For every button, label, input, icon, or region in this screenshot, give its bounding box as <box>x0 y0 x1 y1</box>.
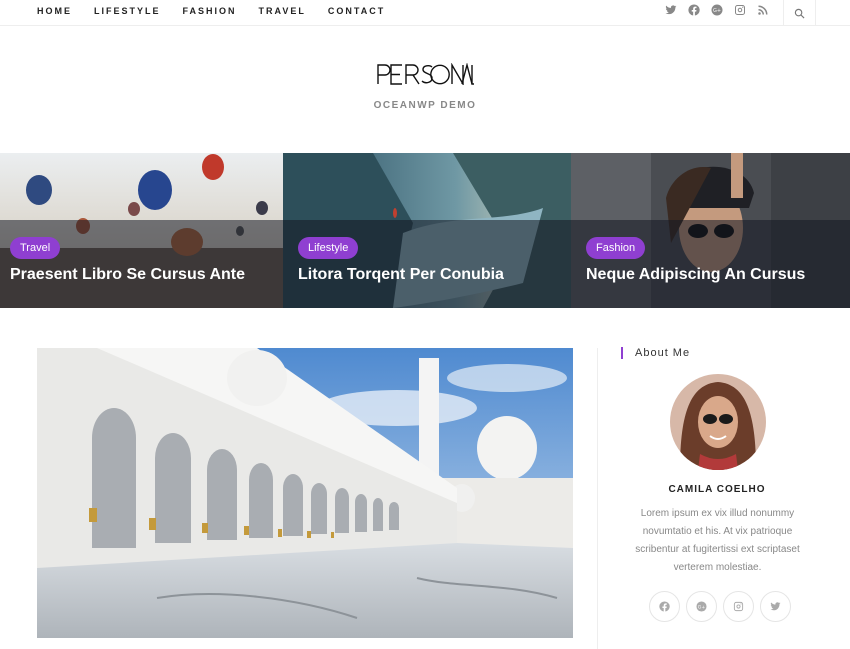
facebook-icon[interactable] <box>687 3 701 17</box>
search-icon <box>794 8 805 18</box>
category-badge[interactable]: Fashion <box>586 237 646 259</box>
main-nav: HOME LIFESTYLE FASHION TRAVEL CONTACT <box>37 0 407 22</box>
featured-card-fashion[interactable]: Fashion Neque Adipiscing An Cursus <box>571 153 850 308</box>
sidebar-social: G+ <box>649 591 791 622</box>
avatar <box>670 374 766 470</box>
instagram-icon <box>733 601 744 612</box>
post-featured-image[interactable] <box>37 348 573 638</box>
featured-title[interactable]: Neque Adipiscing An Cursus <box>586 266 805 284</box>
google-plus-icon[interactable]: G+ <box>710 3 724 17</box>
widget-title: About Me <box>621 347 690 359</box>
svg-text:G+: G+ <box>698 604 706 610</box>
category-badge[interactable]: Travel <box>10 237 61 259</box>
author-name: CAMILA COELHO <box>668 484 766 495</box>
header-social: G+ <box>664 3 770 17</box>
facebook-icon <box>659 601 670 612</box>
twitter-icon[interactable] <box>664 3 678 17</box>
site-tagline: OCEANWP DEMO <box>373 100 477 111</box>
nav-home[interactable]: HOME <box>37 6 72 16</box>
top-bar: HOME LIFESTYLE FASHION TRAVEL CONTACT G+ <box>0 0 850 26</box>
sidebar-facebook-button[interactable] <box>649 591 680 622</box>
logo-wordmark <box>377 62 474 87</box>
sidebar-google-plus-button[interactable]: G+ <box>686 591 717 622</box>
author-bio: Lorem ipsum ex vix illud nonummy novumta… <box>635 508 800 573</box>
nav-lifestyle[interactable]: LIFESTYLE <box>94 6 161 16</box>
card-overlay <box>283 220 571 308</box>
card-overlay <box>571 220 850 308</box>
featured-title[interactable]: Praesent Libro Se Cursus Ante <box>10 266 245 284</box>
site-logo[interactable] <box>0 62 850 90</box>
twitter-icon <box>770 602 781 611</box>
search-toggle[interactable] <box>783 0 816 26</box>
featured-card-travel[interactable]: Travel Praesent Libro Se Cursus Ante <box>0 153 283 308</box>
sidebar-twitter-button[interactable] <box>760 591 791 622</box>
category-badge[interactable]: Lifestyle <box>298 237 359 259</box>
nav-fashion[interactable]: FASHION <box>183 6 237 16</box>
rss-icon[interactable] <box>756 3 770 17</box>
content-divider <box>597 348 598 649</box>
google-plus-icon: G+ <box>696 601 707 612</box>
sidebar-instagram-button[interactable] <box>723 591 754 622</box>
instagram-icon[interactable] <box>733 3 747 17</box>
nav-travel[interactable]: TRAVEL <box>259 6 306 16</box>
featured-title[interactable]: Litora Torqent Per Conubia <box>298 266 504 284</box>
avatar-image <box>670 374 766 470</box>
mosque-image <box>37 348 573 638</box>
featured-card-lifestyle[interactable]: Lifestyle Litora Torqent Per Conubia <box>283 153 571 308</box>
featured-posts: Travel Praesent Libro Se Cursus Ante Lif… <box>0 153 850 308</box>
nav-contact[interactable]: CONTACT <box>328 6 385 16</box>
card-overlay <box>0 220 283 308</box>
svg-text:G+: G+ <box>713 8 721 14</box>
